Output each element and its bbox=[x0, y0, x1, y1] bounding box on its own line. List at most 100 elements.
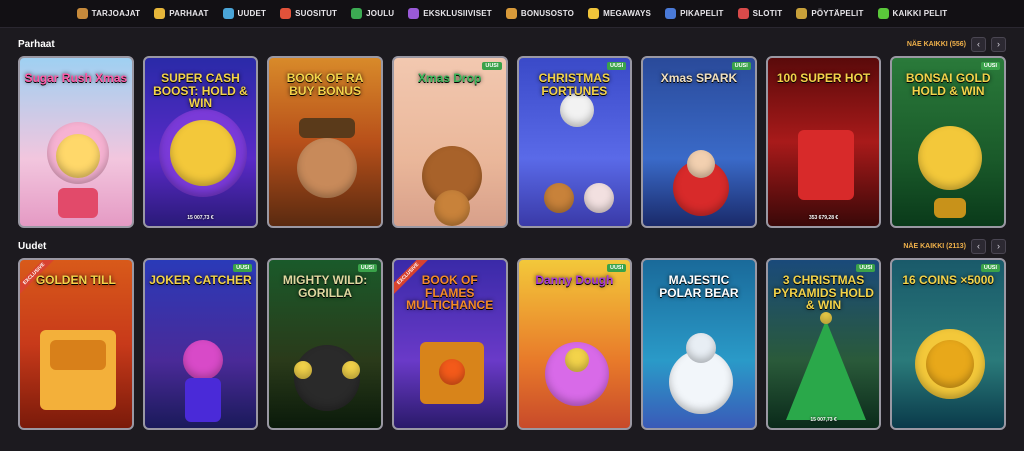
nav-item-parhaat[interactable]: PARHAAT bbox=[154, 8, 208, 19]
new-badge: UUSI bbox=[482, 62, 502, 70]
nav-item-label: BONUSOSTO bbox=[520, 9, 575, 18]
nav-item-kaikki-pelit[interactable]: KAIKKI PELIT bbox=[877, 8, 948, 19]
next-arrow-icon[interactable]: › bbox=[991, 36, 1006, 52]
pyramid-shape bbox=[785, 320, 866, 420]
seven-shape bbox=[797, 130, 854, 200]
nav-item-tarjoajat[interactable]: TARJOAJAT bbox=[76, 8, 141, 19]
nav-item-uudet[interactable]: UUDET bbox=[222, 8, 267, 19]
pyramid-shape bbox=[819, 312, 832, 324]
game-title: JOKER CATCHER bbox=[149, 273, 252, 287]
game-title: BOOK OF FLAMES MULTICHANCE bbox=[406, 273, 494, 313]
lightning-icon bbox=[588, 8, 600, 19]
cards-icon bbox=[796, 8, 808, 19]
nav-item-label: KAIKKI PELIT bbox=[892, 9, 948, 18]
slot-machine-icon bbox=[737, 8, 749, 19]
new-badge: UUSI bbox=[980, 62, 1000, 70]
nav-item-megaways[interactable]: MEGAWAYS bbox=[588, 8, 651, 19]
nav-item-label: MEGAWAYS bbox=[603, 9, 652, 18]
game-tile[interactable]: 3 CHRISTMAS PYRAMIDS HOLD & WIN UUSI 15 00… bbox=[765, 258, 882, 430]
gumball-shape bbox=[58, 188, 98, 218]
game-title: SUPER CASH BOOST: HOLD & WIN bbox=[153, 71, 248, 111]
new-badge: UUSI bbox=[357, 264, 377, 272]
new-badge: UUSI bbox=[856, 264, 876, 272]
jackpot-amount: 15 007,73 € bbox=[810, 417, 837, 423]
sparkle-icon bbox=[222, 8, 234, 19]
bear-shape bbox=[433, 190, 470, 226]
game-tile[interactable]: BOOK OF RA BUY BONUS bbox=[267, 56, 383, 228]
game-tile[interactable]: 100 SUPER HOT 353 679,28 € bbox=[765, 56, 882, 228]
game-title: BONSAI GOLD HOLD & WIN bbox=[905, 71, 991, 98]
game-tile[interactable]: MAJESTIC POLAR BEAR bbox=[641, 258, 757, 430]
category-nav: TARJOAJAT PARHAAT UUDET SUOSITUT JOULU EKSKLU… bbox=[0, 0, 1024, 28]
game-title: BOOK OF RA BUY BONUS bbox=[286, 71, 364, 98]
game-row: GOLDEN TILL EXCLUSIVE JOKER CATCHER UUSI MIG… bbox=[18, 258, 1006, 430]
see-all-link[interactable]: NÄE KAIKKI (2113) bbox=[903, 243, 966, 250]
game-tile[interactable]: Xmas Drop UUSI bbox=[391, 56, 508, 228]
new-badge: UUSI bbox=[606, 62, 627, 70]
game-tile[interactable]: Danny Dough UUSI bbox=[516, 258, 633, 430]
nav-item-label: UUDET bbox=[237, 9, 267, 18]
new-badge: UUSI bbox=[606, 264, 627, 272]
dough-shape bbox=[564, 348, 589, 372]
new-badge: UUSI bbox=[731, 62, 751, 70]
game-title: Danny Dough bbox=[535, 273, 614, 287]
coin-bag-icon bbox=[505, 8, 517, 19]
tree-icon bbox=[351, 8, 363, 19]
section-controls: NÄE KAIKKI (556) ‹ › bbox=[907, 36, 1006, 52]
star-icon bbox=[154, 8, 166, 19]
game-tile[interactable]: MIGHTY WILD: GORILLA UUSI bbox=[267, 258, 383, 430]
man-shape bbox=[299, 118, 356, 138]
nav-item-label: SUOSITUT bbox=[295, 9, 338, 18]
joystick-icon bbox=[665, 8, 677, 19]
game-title: MAJESTIC POLAR BEAR bbox=[659, 273, 739, 300]
nav-item-bonusosto[interactable]: BONUSOSTO bbox=[505, 8, 575, 19]
game-title: Sugar Rush Xmas bbox=[24, 71, 128, 85]
chest-shape bbox=[50, 340, 106, 370]
man-shape bbox=[297, 138, 358, 198]
santa-shape bbox=[687, 150, 716, 178]
nav-item-label: PARHAAT bbox=[169, 9, 209, 18]
game-tile[interactable]: JOKER CATCHER UUSI bbox=[142, 258, 259, 430]
prev-arrow-icon[interactable]: ‹ bbox=[971, 36, 986, 52]
section-header: Parhaat NÄE KAIKKI (556) ‹ › bbox=[18, 32, 1006, 56]
game-tile[interactable]: BONSAI GOLD HOLD & WIN UUSI bbox=[890, 56, 1006, 228]
game-row: Sugar Rush Xmas SUPER CASH BOOST: HOLD & … bbox=[18, 56, 1006, 228]
nav-item-slotit[interactable]: SLOTIT bbox=[737, 8, 783, 19]
prev-arrow-icon[interactable]: ‹ bbox=[971, 238, 986, 254]
jackpot-amount: 353 679,28 € bbox=[808, 215, 839, 221]
game-tile[interactable]: BOOK OF FLAMES MULTICHANCE EXCLUSIVE bbox=[391, 258, 508, 430]
chest-icon bbox=[76, 8, 88, 19]
book-shape bbox=[438, 359, 465, 385]
game-tile[interactable]: Sugar Rush Xmas bbox=[18, 56, 134, 228]
joker-shape bbox=[182, 340, 223, 380]
nav-item-label: TARJOAJAT bbox=[91, 9, 141, 18]
flame-icon bbox=[280, 8, 292, 19]
nav-item-label: PÖYTÄPELIT bbox=[811, 9, 864, 18]
game-title: 16 COINS ×5000 bbox=[902, 273, 995, 287]
game-title: CHRISTMAS FORTUNES bbox=[538, 71, 610, 98]
next-arrow-icon[interactable]: › bbox=[991, 238, 1006, 254]
game-tile[interactable]: Xmas SPARK UUSI bbox=[641, 56, 757, 228]
see-all-link[interactable]: NÄE KAIKKI (556) bbox=[907, 41, 966, 48]
snowman-shape bbox=[583, 183, 614, 213]
joker-shape bbox=[184, 378, 221, 422]
game-tile[interactable]: SUPER CASH BOOST: HOLD & WIN 15 007,73 € bbox=[142, 56, 259, 228]
nav-item-label: PIKAPELIT bbox=[680, 9, 724, 18]
section-parhaat: Parhaat NÄE KAIKKI (556) ‹ › Sugar Rush Xmas… bbox=[0, 32, 1024, 228]
nav-item-joulu[interactable]: JOULU bbox=[351, 8, 394, 19]
game-title: GOLDEN TILL bbox=[35, 273, 116, 287]
game-tile[interactable]: GOLDEN TILL EXCLUSIVE bbox=[18, 258, 134, 430]
section-header: Uudet NÄE KAIKKI (2113) ‹ › bbox=[18, 234, 1006, 258]
nav-item-pöytäpelit[interactable]: PÖYTÄPELIT bbox=[796, 8, 863, 19]
game-tile[interactable]: CHRISTMAS FORTUNES UUSI bbox=[516, 56, 633, 228]
nav-item-suositut[interactable]: SUOSITUT bbox=[280, 8, 337, 19]
bolt-shape bbox=[169, 120, 236, 186]
nav-item-label: SLOTIT bbox=[752, 9, 783, 18]
nav-item-pikapelit[interactable]: PIKAPELIT bbox=[665, 8, 724, 19]
nav-item-eksklusiiviset[interactable]: EKSKLUSIIVISET bbox=[408, 8, 492, 19]
tree-shape bbox=[934, 198, 967, 218]
section-controls: NÄE KAIKKI (2113) ‹ › bbox=[903, 238, 1006, 254]
nav-item-label: EKSKLUSIIVISET bbox=[423, 9, 492, 18]
new-badge: UUSI bbox=[980, 264, 1000, 272]
game-tile[interactable]: 16 COINS ×5000 UUSI bbox=[890, 258, 1006, 430]
